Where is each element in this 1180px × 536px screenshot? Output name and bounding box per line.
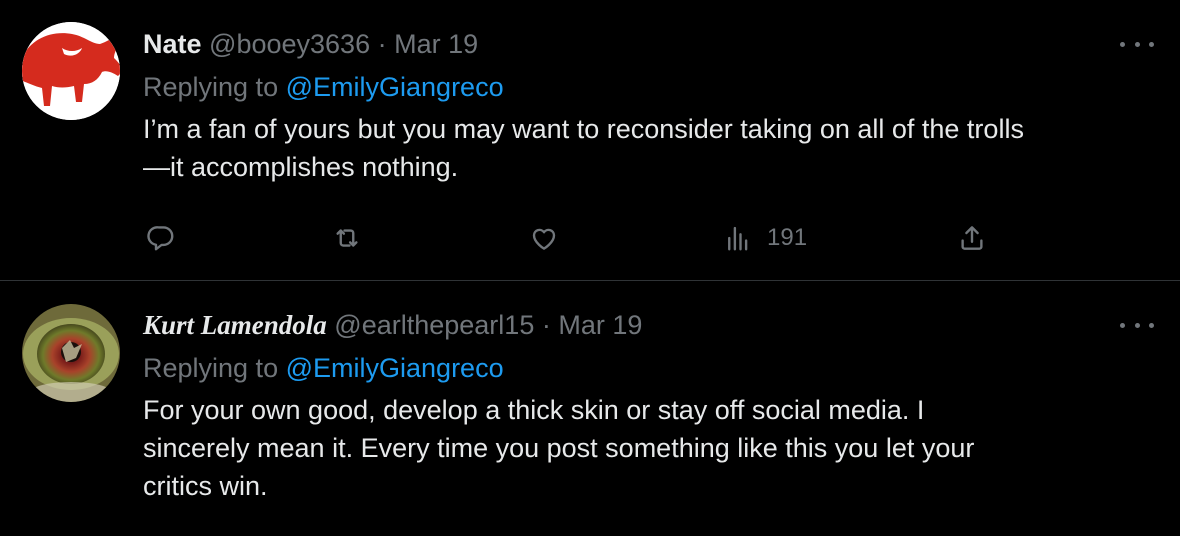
tweet-header: Nate @booey3636 · Mar 19 [143, 26, 1154, 62]
replying-to-label: Replying to [143, 72, 279, 102]
bison-logo-icon [22, 22, 120, 120]
tweet-text: For your own good, develop a thick skin … [143, 395, 975, 501]
like-button[interactable] [529, 218, 559, 258]
tweet[interactable]: Kurt Lamendola @earlthepearl15 · Mar 19 … [0, 281, 1180, 536]
eye-photo-icon [22, 304, 120, 402]
avatar[interactable] [22, 22, 120, 120]
user-handle[interactable]: @booey3636 [209, 29, 370, 59]
reply-button[interactable] [146, 218, 176, 258]
views-button[interactable]: 191 [723, 218, 807, 258]
mention-link[interactable]: @EmilyGiangreco [286, 72, 504, 102]
tweet-header: Kurt Lamendola @earlthepearl15 · Mar 19 [143, 307, 1154, 343]
share-icon [961, 226, 983, 250]
replying-to: Replying to @EmilyGiangreco [143, 350, 1154, 386]
heart-icon [532, 228, 556, 250]
separator: · [541, 310, 551, 340]
display-name[interactable]: Nate [143, 29, 202, 59]
more-options-icon[interactable] [1120, 34, 1154, 54]
tweet-text: I’m a fan of yours but you may want to r… [143, 114, 1024, 182]
mention-link[interactable]: @EmilyGiangreco [286, 353, 504, 383]
retweet-button[interactable] [332, 218, 362, 258]
separator: · [377, 29, 387, 59]
views-icon [728, 226, 748, 251]
reply-icon [147, 226, 174, 251]
tweet[interactable]: Nate @booey3636 · Mar 19 Replying to @Em… [0, 0, 1180, 281]
views-count: 191 [767, 224, 808, 251]
display-name[interactable]: Kurt Lamendola [143, 310, 327, 340]
retweet-icon [336, 229, 358, 247]
share-button[interactable] [957, 218, 987, 258]
timestamp[interactable]: Mar 19 [394, 29, 478, 59]
avatar[interactable] [22, 304, 120, 402]
more-options-icon[interactable] [1120, 315, 1154, 335]
replying-to-label: Replying to [143, 353, 279, 383]
replying-to: Replying to @EmilyGiangreco [143, 69, 1154, 105]
timestamp[interactable]: Mar 19 [558, 310, 642, 340]
user-handle[interactable]: @earlthepearl15 [334, 310, 534, 340]
tweet-actions: 191 [143, 218, 1003, 258]
